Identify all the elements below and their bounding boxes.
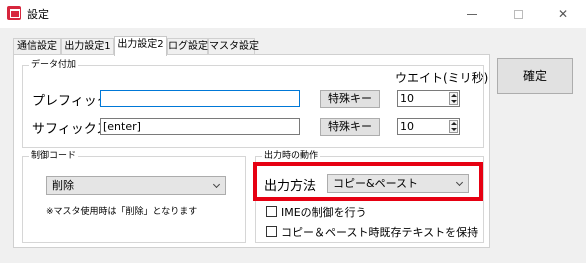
data-append-title: データ付加 <box>29 59 79 71</box>
maximize-icon <box>513 9 523 19</box>
ime-control-checkbox[interactable] <box>266 206 277 217</box>
prefix-special-key-button[interactable]: 特殊キー <box>320 90 380 108</box>
spin-up-icon <box>451 122 457 125</box>
window-title: 設定 <box>27 8 49 21</box>
title-bar: 設定 ✕ <box>0 0 586 28</box>
spin-up-icon <box>451 94 457 97</box>
tab-output-2[interactable]: 出力設定2 <box>114 36 167 56</box>
chevron-down-icon <box>212 180 221 189</box>
control-code-note: ※マスタ使用時は「削除」となります <box>46 207 198 217</box>
close-button[interactable]: ✕ <box>540 0 586 28</box>
suffix-special-key-button[interactable]: 特殊キー <box>320 118 380 136</box>
output-method-select[interactable]: コピー&ペースト <box>327 174 469 193</box>
spin-down-icon <box>451 100 457 103</box>
tab-output-1[interactable]: 出力設定1 <box>61 38 114 55</box>
minimize-icon <box>467 13 477 15</box>
prefix-wait-spinner[interactable]: 10 <box>397 90 460 107</box>
spin-down-icon <box>451 128 457 131</box>
suffix-label: サフィックス <box>32 122 110 137</box>
ime-control-label[interactable]: IMEの制御を行う <box>281 204 367 220</box>
tab-communication[interactable]: 通信設定 <box>13 38 61 55</box>
tab-panel: データ付加 ウエイト(ミリ秒) プレフィックス 特殊キー 10 サフィックス [… <box>13 54 490 248</box>
control-code-select[interactable]: 削除 <box>46 176 226 195</box>
maximize-button[interactable] <box>495 0 541 28</box>
chevron-down-icon <box>455 178 464 187</box>
suffix-input[interactable]: [enter] <box>100 118 300 135</box>
close-icon: ✕ <box>557 7 569 21</box>
suffix-wait-spinner[interactable]: 10 <box>397 118 460 135</box>
wait-label: ウエイト(ミリ秒) <box>395 71 489 85</box>
tab-master[interactable]: マスタ設定 <box>208 38 259 55</box>
control-code-value: 削除 <box>52 179 74 192</box>
control-code-group: 制御コード 削除 ※マスタ使用時は「削除」となります <box>22 150 246 243</box>
data-append-group: データ付加 ウエイト(ミリ秒) プレフィックス 特殊キー 10 サフィックス [… <box>22 59 488 148</box>
suffix-wait-value: 10 <box>400 120 414 133</box>
output-method-value: コピー&ペースト <box>333 177 419 190</box>
prefix-wait-value: 10 <box>400 92 414 105</box>
keep-text-checkbox[interactable] <box>266 226 277 237</box>
tab-log[interactable]: ログ設定 <box>167 38 208 55</box>
output-method-label: 出力方法 <box>264 179 317 194</box>
minimize-button[interactable] <box>449 0 495 28</box>
keep-text-label[interactable]: コピー＆ペースト時既存テキストを保持 <box>281 224 478 240</box>
spinner-arrows-icon[interactable] <box>449 120 458 133</box>
spinner-arrows-icon[interactable] <box>449 92 458 105</box>
control-code-title: 制御コード <box>29 150 79 162</box>
prefix-input[interactable] <box>100 90 300 107</box>
app-settings-icon <box>7 6 21 20</box>
confirm-button[interactable]: 確定 <box>497 58 573 94</box>
output-behavior-title: 出力時の動作 <box>262 150 321 162</box>
output-behavior-group: 出力時の動作 出力方法 コピー&ペースト IMEの制御を行う コピー＆ペースト時… <box>255 150 484 243</box>
